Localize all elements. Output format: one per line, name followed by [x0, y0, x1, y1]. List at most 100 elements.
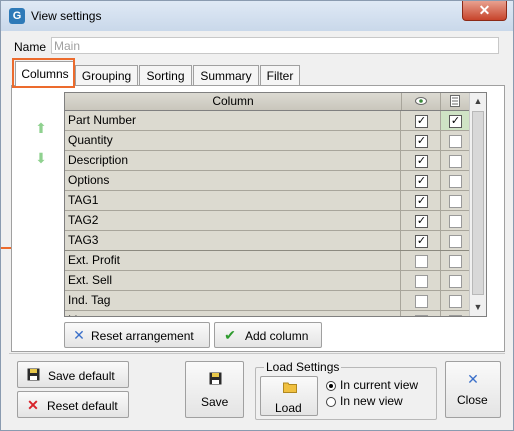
visible-checkbox[interactable]: ✓: [415, 234, 428, 248]
visible-checkbox[interactable]: ✓: [415, 174, 428, 188]
x-icon: ✕: [73, 327, 85, 343]
column-name-cell: TAG1: [65, 191, 401, 210]
column-header[interactable]: Column: [65, 93, 402, 110]
second-option-checkbox[interactable]: [449, 294, 462, 308]
name-label: Name: [14, 40, 47, 54]
second-option-cell: [441, 251, 470, 270]
column-name-cell: Ext. Sell: [65, 271, 401, 290]
scroll-down-icon[interactable]: ▼: [470, 299, 486, 315]
second-option-cell: [441, 211, 470, 230]
second-option-checkbox[interactable]: [449, 134, 462, 148]
grid-row[interactable]: Options ✓: [65, 171, 486, 191]
reset-default-button[interactable]: ✕ Reset default: [17, 391, 129, 418]
grid-row[interactable]: Ext. Profit: [65, 251, 486, 271]
visible-checkbox[interactable]: ✓: [415, 154, 428, 168]
check-icon: ✔: [224, 327, 236, 343]
folder-icon: [283, 381, 297, 395]
tab-summary[interactable]: Summary: [193, 65, 259, 86]
save-label: Save: [201, 395, 229, 409]
move-up-icon[interactable]: ⬆: [34, 121, 48, 135]
visible-cell: ✓: [402, 151, 441, 170]
scroll-up-icon[interactable]: ▲: [470, 93, 486, 109]
visible-checkbox[interactable]: ✓: [415, 214, 428, 228]
close-button[interactable]: ✕ Close: [445, 361, 501, 418]
floppy-disk-icon: [208, 372, 222, 387]
in-new-view-radio[interactable]: [326, 397, 336, 407]
visible-checkbox[interactable]: ✓: [415, 194, 428, 208]
title-bar[interactable]: G View settings ✕: [1, 1, 513, 31]
tab-sorting[interactable]: Sorting: [139, 65, 192, 86]
second-option-cell: [441, 171, 470, 190]
save-default-button[interactable]: Save default: [17, 361, 129, 388]
close-icon[interactable]: ✕: [462, 1, 507, 21]
reset-arrangement-label: Reset arrangement: [91, 329, 194, 343]
save-button[interactable]: Save: [185, 361, 244, 418]
second-option-checkbox[interactable]: [449, 154, 462, 168]
grid-row[interactable]: Part Number ✓ ✓: [65, 111, 486, 131]
grid-row[interactable]: TAG1 ✓: [65, 191, 486, 211]
in-current-view-label[interactable]: In current view: [340, 378, 418, 392]
eye-icon[interactable]: [402, 93, 441, 110]
active-tab-highlight: [12, 58, 75, 88]
second-option-cell: [441, 231, 470, 250]
load-button[interactable]: Load: [260, 376, 318, 416]
visible-checkbox[interactable]: ✓: [415, 114, 428, 128]
second-option-checkbox[interactable]: [449, 254, 462, 268]
add-column-button[interactable]: ✔ Add column: [214, 322, 322, 348]
x-icon: ✕: [27, 397, 39, 413]
grid-row[interactable]: Description ✓: [65, 151, 486, 171]
tab-grouping[interactable]: Grouping: [75, 65, 138, 86]
in-current-view-radio[interactable]: [326, 381, 336, 391]
save-default-label: Save default: [48, 369, 115, 383]
load-settings-group: Load Settings Load In current view In ne…: [255, 360, 437, 420]
reset-arrangement-button[interactable]: ✕ Reset arrangement: [64, 322, 210, 348]
grid-row[interactable]: Quantity ✓: [65, 131, 486, 151]
app-icon: G: [9, 8, 25, 24]
columns-panel: ⬆ ⬇ Column Part Number ✓ ✓ Quantity ✓ De…: [11, 85, 505, 352]
column-name-cell: Ind. Tag: [65, 291, 401, 310]
column-name-cell: TAG2: [65, 211, 401, 230]
move-down-icon[interactable]: ⬇: [34, 151, 48, 165]
second-option-cell: [441, 151, 470, 170]
second-option-checkbox[interactable]: ✓: [449, 114, 462, 128]
second-option-cell: [441, 311, 470, 316]
grid-row[interactable]: List: [65, 311, 486, 316]
visible-checkbox[interactable]: ✓: [415, 134, 428, 148]
second-option-checkbox[interactable]: [449, 194, 462, 208]
load-settings-title: Load Settings: [264, 360, 342, 374]
second-option-checkbox[interactable]: [449, 174, 462, 188]
scroll-thumb[interactable]: [472, 111, 484, 295]
second-option-checkbox[interactable]: [449, 214, 462, 228]
view-settings-window: G View settings ✕ Name Main Columns Grou…: [0, 0, 514, 431]
visible-checkbox[interactable]: [415, 294, 428, 308]
floppy-disk-icon: [26, 368, 40, 383]
columns-grid: Column Part Number ✓ ✓ Quantity ✓ Descri…: [64, 92, 487, 317]
second-option-cell: [441, 271, 470, 290]
grid-row[interactable]: Ext. Sell: [65, 271, 486, 291]
column-name-cell: Part Number: [65, 111, 401, 130]
column-name-cell: Ext. Profit: [65, 251, 401, 270]
second-option-checkbox[interactable]: [449, 234, 462, 248]
column-name-cell: List: [65, 311, 401, 316]
visible-cell: ✓: [402, 191, 441, 210]
add-column-label: Add column: [245, 329, 309, 343]
second-option-checkbox[interactable]: [449, 274, 462, 288]
visible-checkbox[interactable]: [415, 254, 428, 268]
visible-cell: [402, 271, 441, 290]
grid-row[interactable]: TAG2 ✓: [65, 211, 486, 231]
visible-cell: ✓: [402, 171, 441, 190]
visible-checkbox[interactable]: [415, 314, 428, 316]
second-option-checkbox[interactable]: [449, 314, 462, 316]
visible-checkbox[interactable]: [415, 274, 428, 288]
list-icon[interactable]: [441, 93, 470, 110]
grid-row[interactable]: TAG3 ✓: [65, 231, 486, 252]
visible-cell: ✓: [402, 231, 441, 250]
column-name-cell: Description: [65, 151, 401, 170]
grid-row[interactable]: Ind. Tag: [65, 291, 486, 311]
tab-filter[interactable]: Filter: [260, 65, 300, 86]
grid-scrollbar[interactable]: ▲ ▼: [469, 93, 486, 316]
in-new-view-label[interactable]: In new view: [340, 394, 403, 408]
name-input[interactable]: Main: [51, 37, 499, 54]
column-name-cell: Options: [65, 171, 401, 190]
visible-cell: [402, 291, 441, 310]
